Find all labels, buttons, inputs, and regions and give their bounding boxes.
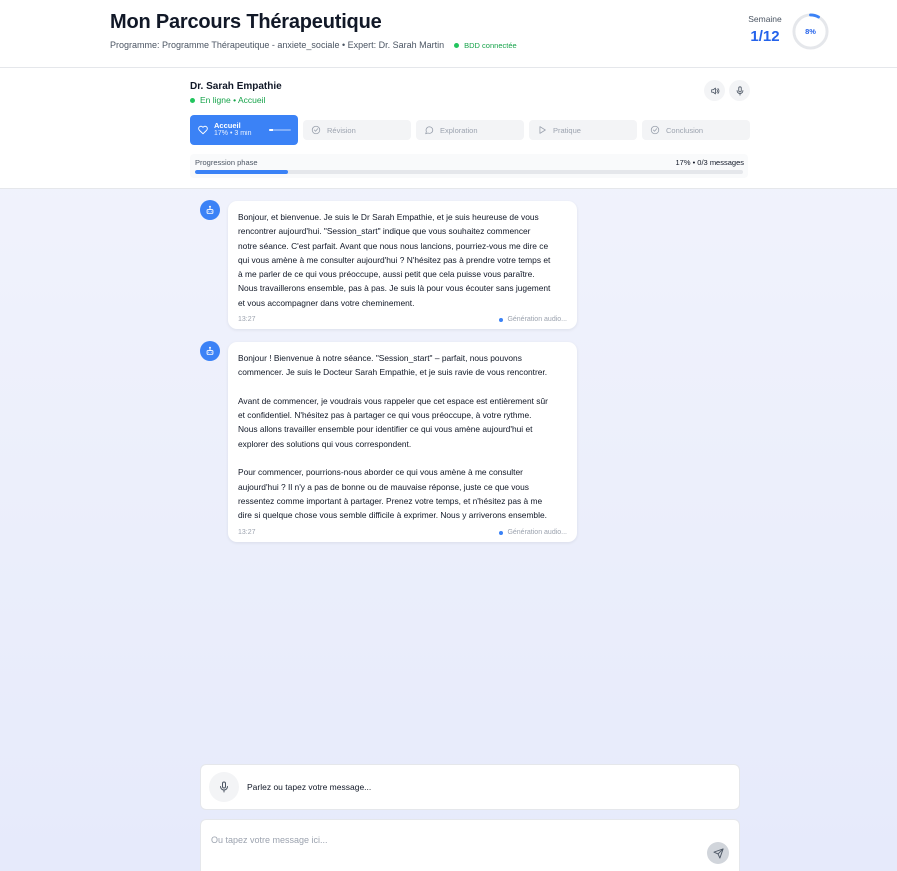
speaker-button[interactable] (704, 80, 725, 101)
tab-phase-detail: 17% • 3 min (214, 130, 252, 138)
audio-status-dot-icon (499, 530, 504, 535)
therapist-status: En ligne • Accueil (190, 95, 265, 105)
play-icon (539, 126, 546, 134)
send-button[interactable] (707, 842, 729, 864)
program-info: Programme: Programme Thérapeutique - anx… (110, 40, 517, 50)
bot-icon (206, 346, 214, 355)
overall-progress-label: 8% (805, 27, 816, 36)
tab-phase-exploration[interactable]: Exploration (416, 120, 524, 140)
speaker-icon (710, 87, 719, 94)
week-label: Semaine (748, 14, 782, 24)
tab-phase-mini-progress-fill (269, 129, 273, 131)
phase-progress: Progression phase 17% • 0/3 messages (190, 154, 748, 178)
db-status-badge: BDD connectée (454, 41, 517, 50)
tab-phase-label: Pratique (553, 125, 581, 135)
phase-progress-value: 17% • 0/3 messages (675, 158, 745, 167)
microphone-button[interactable] (729, 80, 750, 101)
tab-phase-pratique[interactable]: Pratique (529, 120, 637, 140)
program-description: Programme: Programme Thérapeutique - anx… (110, 40, 445, 50)
tab-phase-label: Accueil (214, 120, 241, 130)
check-circle-icon (650, 125, 660, 135)
phase-progress-fill (195, 170, 289, 174)
heart-icon (198, 125, 208, 135)
page-title: Mon Parcours Thérapeutique (110, 11, 382, 33)
tab-phase-conclusion[interactable]: Conclusion (642, 120, 750, 140)
week-indicator: Semaine 1/12 (740, 14, 790, 45)
tab-phase-mini-progress (269, 129, 291, 131)
phase-progress-label: Progression phase (195, 158, 258, 167)
voice-record-button[interactable] (209, 772, 239, 802)
chat-bubble-icon (425, 126, 434, 135)
message-compose-box (200, 819, 740, 871)
microphone-icon (736, 85, 743, 96)
tab-phase-label: Révision (327, 125, 356, 135)
therapist-avatar (200, 341, 220, 361)
voice-input-bar[interactable]: Parlez ou tapez votre message... (200, 764, 740, 810)
tab-phase-accueil-text: Accueil 17% • 3 min (214, 121, 251, 139)
message-input[interactable] (211, 830, 691, 850)
audio-status-dot-icon (499, 317, 504, 322)
audio-status: Génération audio... (499, 316, 567, 323)
bot-icon (206, 205, 214, 214)
voice-input-label: Parlez ou tapez votre message... (247, 782, 372, 792)
therapist-name: Dr. Sarah Empathie (190, 81, 282, 92)
top-header: Mon Parcours Thérapeutique Programme: Pr… (0, 0, 897, 68)
therapist-status-label: En ligne • Accueil (200, 95, 266, 105)
therapist-avatar (200, 200, 220, 220)
send-icon (712, 847, 724, 859)
tab-phase-accueil[interactable]: Accueil 17% • 3 min (190, 115, 298, 145)
message-text: Bonjour, et bienvenue. Je suis le Dr Sar… (238, 212, 551, 308)
message-time: 13:27 (238, 316, 256, 323)
message-bubble: Bonjour ! Bienvenue à notre séance. "Ses… (228, 342, 577, 542)
audio-status-label: Génération audio... (507, 316, 567, 323)
tab-phase-label: Exploration (440, 125, 478, 135)
audio-status: Génération audio... (499, 529, 567, 536)
tab-phase-revision[interactable]: Révision (303, 120, 411, 140)
message-bubble: Bonjour, et bienvenue. Je suis le Dr Sar… (228, 201, 577, 329)
audio-status-label: Génération audio... (507, 529, 567, 536)
tab-phase-label: Conclusion (666, 125, 704, 135)
microphone-icon (220, 781, 228, 793)
phase-progress-track (195, 170, 743, 174)
message-time: 13:27 (238, 529, 256, 536)
message-text: Bonjour ! Bienvenue à notre séance. "Ses… (238, 353, 548, 521)
db-status-dot-icon (454, 42, 460, 48)
check-circle-icon (311, 125, 321, 135)
db-status-label: BDD connectée (464, 40, 517, 50)
online-status-dot-icon (190, 97, 195, 103)
week-value: 1/12 (750, 28, 780, 45)
